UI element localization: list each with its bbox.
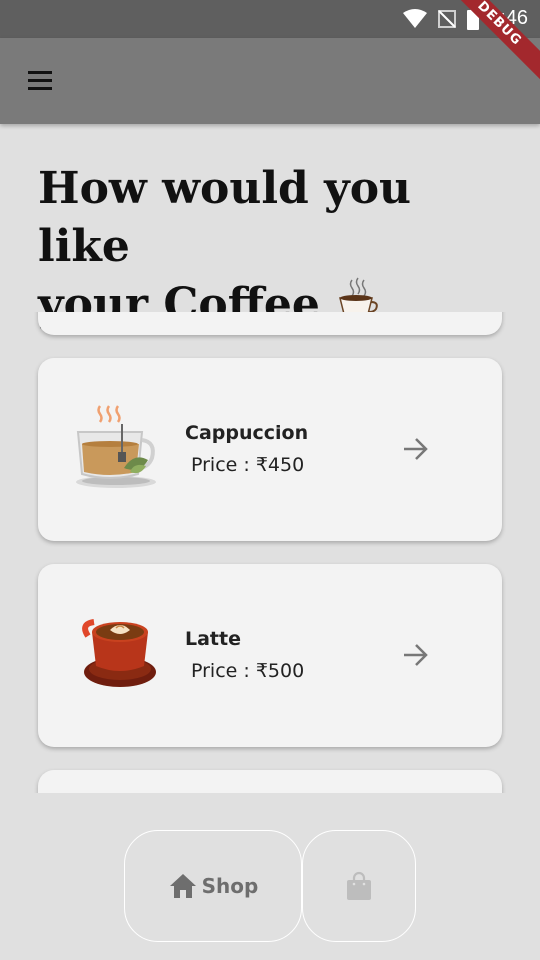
no-signal-icon	[438, 9, 457, 28]
product-card-latte[interactable]: Latte Price : ₹500	[38, 564, 502, 747]
product-card-partial-top[interactable]	[38, 312, 502, 335]
nav-shop-label: Shop	[201, 874, 259, 898]
product-price: Price : ₹450	[191, 454, 305, 476]
status-bar: 4:46	[0, 0, 540, 38]
product-price: Price : ₹500	[191, 660, 305, 682]
wifi-icon	[403, 8, 428, 28]
app-bar	[0, 38, 540, 124]
product-card-cappuccion[interactable]: Cappuccion Price : ₹450	[38, 358, 502, 541]
menu-button[interactable]	[24, 67, 58, 95]
latte-icon	[80, 608, 160, 692]
product-card-partial-bottom[interactable]	[38, 770, 502, 793]
home-icon	[169, 874, 196, 898]
nav-shop-button[interactable]: Shop	[124, 830, 302, 942]
arrow-forward-icon	[404, 644, 428, 666]
open-product-button[interactable]	[402, 642, 430, 672]
product-name: Latte	[185, 628, 241, 650]
product-list[interactable]: Cappuccion Price : ₹450 Latte Price : ₹5…	[0, 312, 540, 793]
cappuccino-icon	[76, 400, 162, 494]
product-name: Cappuccion	[185, 422, 309, 444]
arrow-forward-icon	[404, 438, 428, 460]
bottom-nav: Shop	[0, 830, 540, 946]
nav-bag-button[interactable]	[302, 830, 416, 942]
open-product-button[interactable]	[402, 436, 430, 466]
page-title-line1: How would you like	[38, 163, 412, 272]
hamburger-menu-icon	[28, 71, 52, 90]
shopping-bag-icon	[347, 871, 371, 900]
